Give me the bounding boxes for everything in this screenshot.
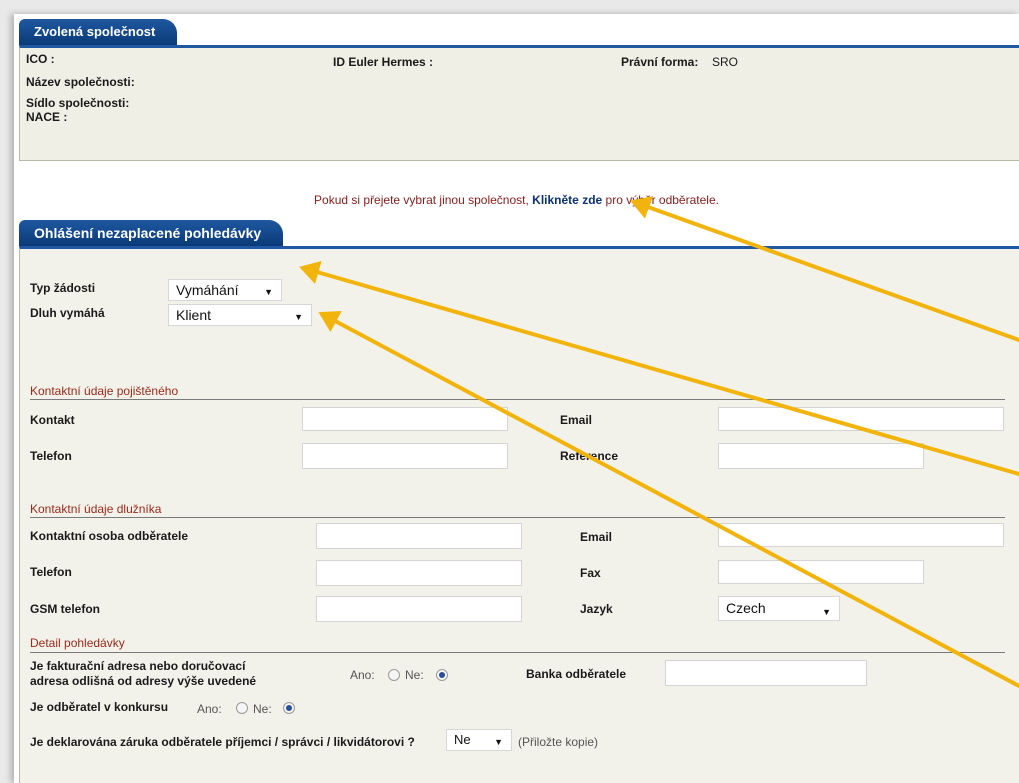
change-company-notice: Pokud si přejete vybrat jinou společnost…: [14, 193, 1019, 207]
ico-label: ICO :: [26, 52, 55, 66]
nace-label: NACE :: [26, 110, 68, 124]
customer-bank-input[interactable]: [665, 660, 867, 686]
debtor-fax-input[interactable]: [718, 560, 924, 584]
claim-form-panel: Ohlášení nezaplacené pohledávky Typ žádo…: [19, 220, 1019, 783]
debtor-language-select[interactable]: Czech ▼: [718, 596, 840, 621]
insured-contact-input[interactable]: [302, 407, 508, 431]
debtor-divider: [30, 517, 1005, 518]
insured-phone-input[interactable]: [302, 443, 508, 469]
debtor-person-input[interactable]: [316, 523, 522, 549]
bankruptcy-question: Je odběratel v konkursu: [30, 700, 169, 714]
guarantee-note: (Přiložte kopie): [518, 735, 599, 749]
id-euler-hermes-label: ID Euler Hermes :: [333, 55, 434, 69]
insured-contact-title: Kontaktní údaje pojištěného: [30, 384, 179, 398]
guarantee-select[interactable]: Ne ▼: [446, 729, 512, 751]
address-question-line2: adresa odlišná od adresy výše uvedené: [30, 674, 257, 688]
guarantee-value: Ne: [454, 732, 471, 747]
debtor-language-value: Czech: [726, 600, 766, 616]
debt-collector-label: Dluh vymáhá: [30, 306, 105, 320]
debtor-phone-label: Telefon: [30, 565, 72, 579]
debtor-gsm-input[interactable]: [316, 596, 522, 622]
notice-text-after: pro výběr odběratele.: [605, 193, 719, 207]
debt-collector-value: Klient: [176, 307, 212, 323]
legal-form-value: SRO: [712, 55, 739, 69]
debtor-email-input[interactable]: [718, 523, 1004, 547]
insured-divider: [30, 399, 1005, 400]
address-no-radio[interactable]: [436, 669, 448, 681]
selected-company-body: ICO : ID Euler Hermes : Právní forma: SR…: [19, 45, 1019, 161]
request-type-select[interactable]: Vymáhání ▼: [168, 279, 282, 301]
chevron-down-icon: ▼: [264, 287, 273, 297]
debtor-email-label: Email: [580, 530, 613, 544]
address-question-line1: Je fakturační adresa nebo doručovací: [30, 659, 246, 673]
selected-company-tab: Zvolená společnost: [19, 19, 178, 45]
insured-email-input[interactable]: [718, 407, 1004, 431]
company-seat-label: Sídlo společnosti:: [26, 96, 130, 110]
debtor-contact-title: Kontaktní údaje dlužníka: [30, 502, 162, 516]
claim-form-tab: Ohlášení nezaplacené pohledávky: [19, 220, 284, 246]
debtor-phone-input[interactable]: [316, 560, 522, 586]
address-yes-label: Ano:: [350, 668, 375, 682]
request-type-value: Vymáhání: [176, 282, 239, 298]
debtor-gsm-label: GSM telefon: [30, 602, 101, 616]
legal-form-label: Právní forma:: [621, 55, 699, 69]
claim-detail-title: Detail pohledávky: [30, 636, 125, 650]
notice-text-before: Pokud si přejete vybrat jinou společnost…: [314, 193, 529, 207]
chevron-down-icon: ▼: [494, 737, 503, 747]
click-here-link[interactable]: Klikněte zde: [532, 193, 602, 207]
insured-reference-label: Reference: [560, 449, 619, 463]
window-frame: Zvolená společnost ICO : ID Euler Hermes…: [14, 14, 1019, 783]
address-no-label: Ne:: [405, 668, 424, 682]
debtor-fax-label: Fax: [580, 566, 601, 580]
chevron-down-icon: ▼: [294, 312, 303, 322]
chevron-down-icon: ▼: [822, 607, 831, 617]
insured-phone-label: Telefon: [30, 449, 72, 463]
customer-bank-label: Banka odběratele: [526, 667, 627, 681]
bankruptcy-no-label: Ne:: [253, 702, 272, 716]
claim-form-body: Typ žádosti Vymáhání ▼ Dluh vymáhá Klien…: [19, 246, 1019, 783]
insured-email-label: Email: [560, 413, 593, 427]
detail-divider: [30, 652, 1005, 653]
company-name-label: Název společnosti:: [26, 75, 135, 89]
request-type-label: Typ žádosti: [30, 281, 96, 295]
guarantee-question: Je deklarována záruka odběratele příjemc…: [30, 735, 415, 749]
address-yes-radio[interactable]: [388, 669, 400, 681]
selected-company-panel: Zvolená společnost ICO : ID Euler Hermes…: [19, 19, 1019, 161]
bankruptcy-yes-label: Ano:: [197, 702, 222, 716]
insured-contact-label: Kontakt: [30, 413, 75, 427]
bankruptcy-yes-radio[interactable]: [236, 702, 248, 714]
insured-reference-input[interactable]: [718, 443, 924, 469]
debt-collector-select[interactable]: Klient ▼: [168, 304, 312, 326]
debtor-person-label: Kontaktní osoba odběratele: [30, 529, 189, 543]
bankruptcy-no-radio[interactable]: [283, 702, 295, 714]
debtor-language-label: Jazyk: [580, 602, 613, 616]
